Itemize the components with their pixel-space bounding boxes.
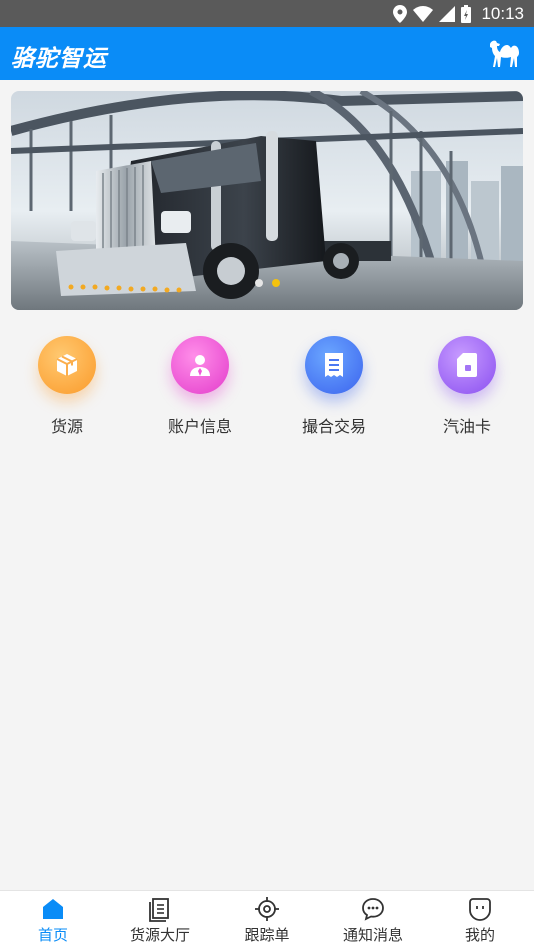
- banner-carousel[interactable]: [11, 91, 523, 310]
- nav-label: 首页: [37, 926, 68, 944]
- nav-label: 跟踪单: [244, 926, 290, 944]
- menu-label: 货源: [50, 417, 83, 436]
- user-icon: [171, 336, 229, 394]
- app-title: 骆驼智运: [11, 46, 107, 72]
- wifi-icon: [413, 5, 434, 22]
- truck-banner-image: [11, 91, 523, 310]
- status-icons: 10:13: [393, 3, 524, 24]
- camel-icon[interactable]: [486, 35, 524, 71]
- nav-item-home[interactable]: 首页: [3, 891, 103, 950]
- signal-icon: [439, 5, 456, 22]
- carousel-dot-active[interactable]: [272, 279, 280, 287]
- document-icon: [305, 336, 363, 394]
- nav-label: 通知消息: [342, 926, 403, 944]
- battery-icon: [461, 4, 472, 23]
- location-icon: [393, 4, 408, 23]
- status-time: 10:13: [481, 3, 524, 23]
- nav-item-profile[interactable]: 我的: [430, 891, 530, 950]
- nav-item-tracking[interactable]: 跟踪单: [217, 891, 317, 950]
- profile-icon: [469, 898, 491, 921]
- menu-label: 账户信息: [167, 417, 232, 436]
- nav-item-notifications[interactable]: 通知消息: [323, 891, 423, 950]
- home-icon: [43, 899, 63, 919]
- fuel-card-icon: [438, 336, 496, 394]
- menu-item-fuel-card[interactable]: 汽油卡: [412, 336, 522, 437]
- package-icon: [38, 336, 96, 394]
- app-bar: 骆驼智运: [0, 27, 534, 80]
- menu-label: 撮合交易: [301, 417, 366, 436]
- notebook-icon: [149, 898, 169, 922]
- menu-item-account[interactable]: 账户信息: [145, 336, 255, 437]
- menu-label: 汽油卡: [442, 417, 491, 436]
- crosshair-icon: [255, 897, 279, 921]
- status-bar: 10:13: [0, 0, 534, 27]
- bottom-nav: 首页 货源大厅 跟踪单 通知消息 我的: [0, 890, 534, 950]
- nav-label: 货源大厅: [129, 926, 190, 944]
- menu-item-matching-trade[interactable]: 撮合交易: [279, 336, 389, 437]
- menu-item-cargo[interactable]: 货源: [12, 336, 122, 437]
- nav-label: 我的: [464, 926, 495, 944]
- carousel-indicator: [255, 279, 280, 287]
- chat-bubble-icon: [362, 898, 384, 921]
- feature-menu: 货源 账户信息 撮合交易 汽油卡: [0, 336, 534, 446]
- carousel-dot[interactable]: [255, 279, 263, 287]
- nav-item-cargo-hall[interactable]: 货源大厅: [110, 891, 210, 950]
